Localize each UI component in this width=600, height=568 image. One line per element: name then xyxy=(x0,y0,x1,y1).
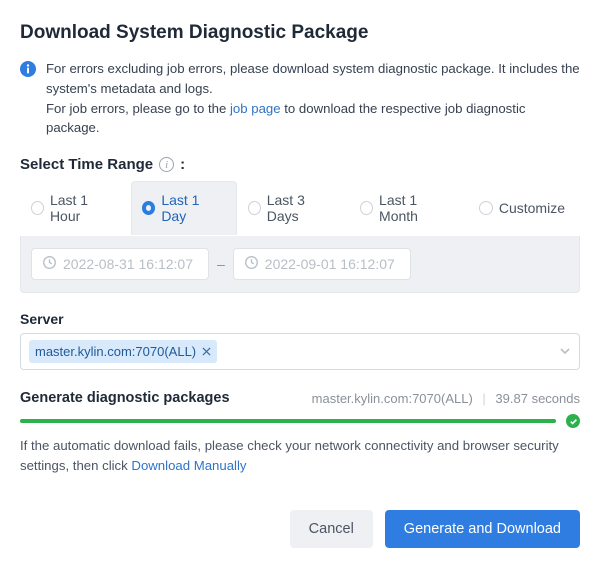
chevron-down-icon xyxy=(559,344,571,360)
dialog-header: Download System Diagnostic Package xyxy=(20,20,580,45)
info-banner: For errors excluding job errors, please … xyxy=(20,59,580,138)
info-line1: For errors excluding job errors, please … xyxy=(46,59,580,99)
info-line2: For job errors, please go to the job pag… xyxy=(46,99,580,139)
info-icon xyxy=(20,61,36,77)
download-manually-link[interactable]: Download Manually xyxy=(131,458,246,473)
tab-last-1-day[interactable]: Last 1 Day xyxy=(131,181,237,235)
tab-last-1-month[interactable]: Last 1 Month xyxy=(349,181,468,235)
clock-icon xyxy=(42,255,57,273)
download-diagnostic-dialog: Download System Diagnostic Package For e… xyxy=(0,0,600,568)
end-date-value: 2022-09-01 16:12:07 xyxy=(265,256,395,272)
radio-icon xyxy=(142,201,155,215)
server-tag: master.kylin.com:7070(ALL) xyxy=(29,340,217,363)
end-date-input[interactable]: 2022-09-01 16:12:07 xyxy=(233,248,411,280)
help-icon[interactable]: i xyxy=(159,157,174,172)
radio-icon xyxy=(31,201,44,215)
server-label: Server xyxy=(20,311,580,327)
time-range-label: Select Time Range i : xyxy=(20,156,580,173)
time-range-tabs: Last 1 Hour Last 1 Day Last 3 Days Last … xyxy=(20,181,580,236)
close-button[interactable] xyxy=(572,20,580,45)
radio-icon xyxy=(479,201,493,215)
download-hint: If the automatic download fails, please … xyxy=(20,436,580,476)
server-select[interactable]: master.kylin.com:7070(ALL) xyxy=(20,333,580,370)
generate-seconds: 39.87 seconds xyxy=(495,391,580,406)
radio-icon xyxy=(248,201,261,215)
progress-row xyxy=(20,414,580,428)
generate-title: Generate diagnostic packages xyxy=(20,390,230,406)
clock-icon xyxy=(244,255,259,273)
start-date-input[interactable]: 2022-08-31 16:12:07 xyxy=(31,248,209,280)
dialog-title: Download System Diagnostic Package xyxy=(20,22,368,44)
tab-customize[interactable]: Customize xyxy=(468,181,580,235)
generate-host: master.kylin.com:7070(ALL) xyxy=(312,391,473,406)
progress-fill xyxy=(20,419,556,423)
radio-icon xyxy=(360,201,373,215)
info-text: For errors excluding job errors, please … xyxy=(46,59,580,138)
tab-last-1-hour[interactable]: Last 1 Hour xyxy=(20,181,131,235)
generate-meta: master.kylin.com:7070(ALL) | 39.87 secon… xyxy=(312,391,580,406)
generate-download-button[interactable]: Generate and Download xyxy=(385,510,580,548)
generate-header: Generate diagnostic packages master.kyli… xyxy=(20,390,580,406)
success-check-icon xyxy=(566,414,580,428)
job-page-link[interactable]: job page xyxy=(230,101,281,116)
progress-bar xyxy=(20,419,556,423)
start-date-value: 2022-08-31 16:12:07 xyxy=(63,256,193,272)
server-tag-text: master.kylin.com:7070(ALL) xyxy=(35,344,196,359)
dialog-footer: Cancel Generate and Download xyxy=(20,510,580,548)
cancel-button[interactable]: Cancel xyxy=(290,510,373,548)
date-separator: – xyxy=(217,256,225,272)
date-range-picker: 2022-08-31 16:12:07 – 2022-09-01 16:12:0… xyxy=(20,236,580,293)
remove-tag-icon[interactable] xyxy=(202,344,211,359)
tab-last-3-days[interactable]: Last 3 Days xyxy=(237,181,349,235)
